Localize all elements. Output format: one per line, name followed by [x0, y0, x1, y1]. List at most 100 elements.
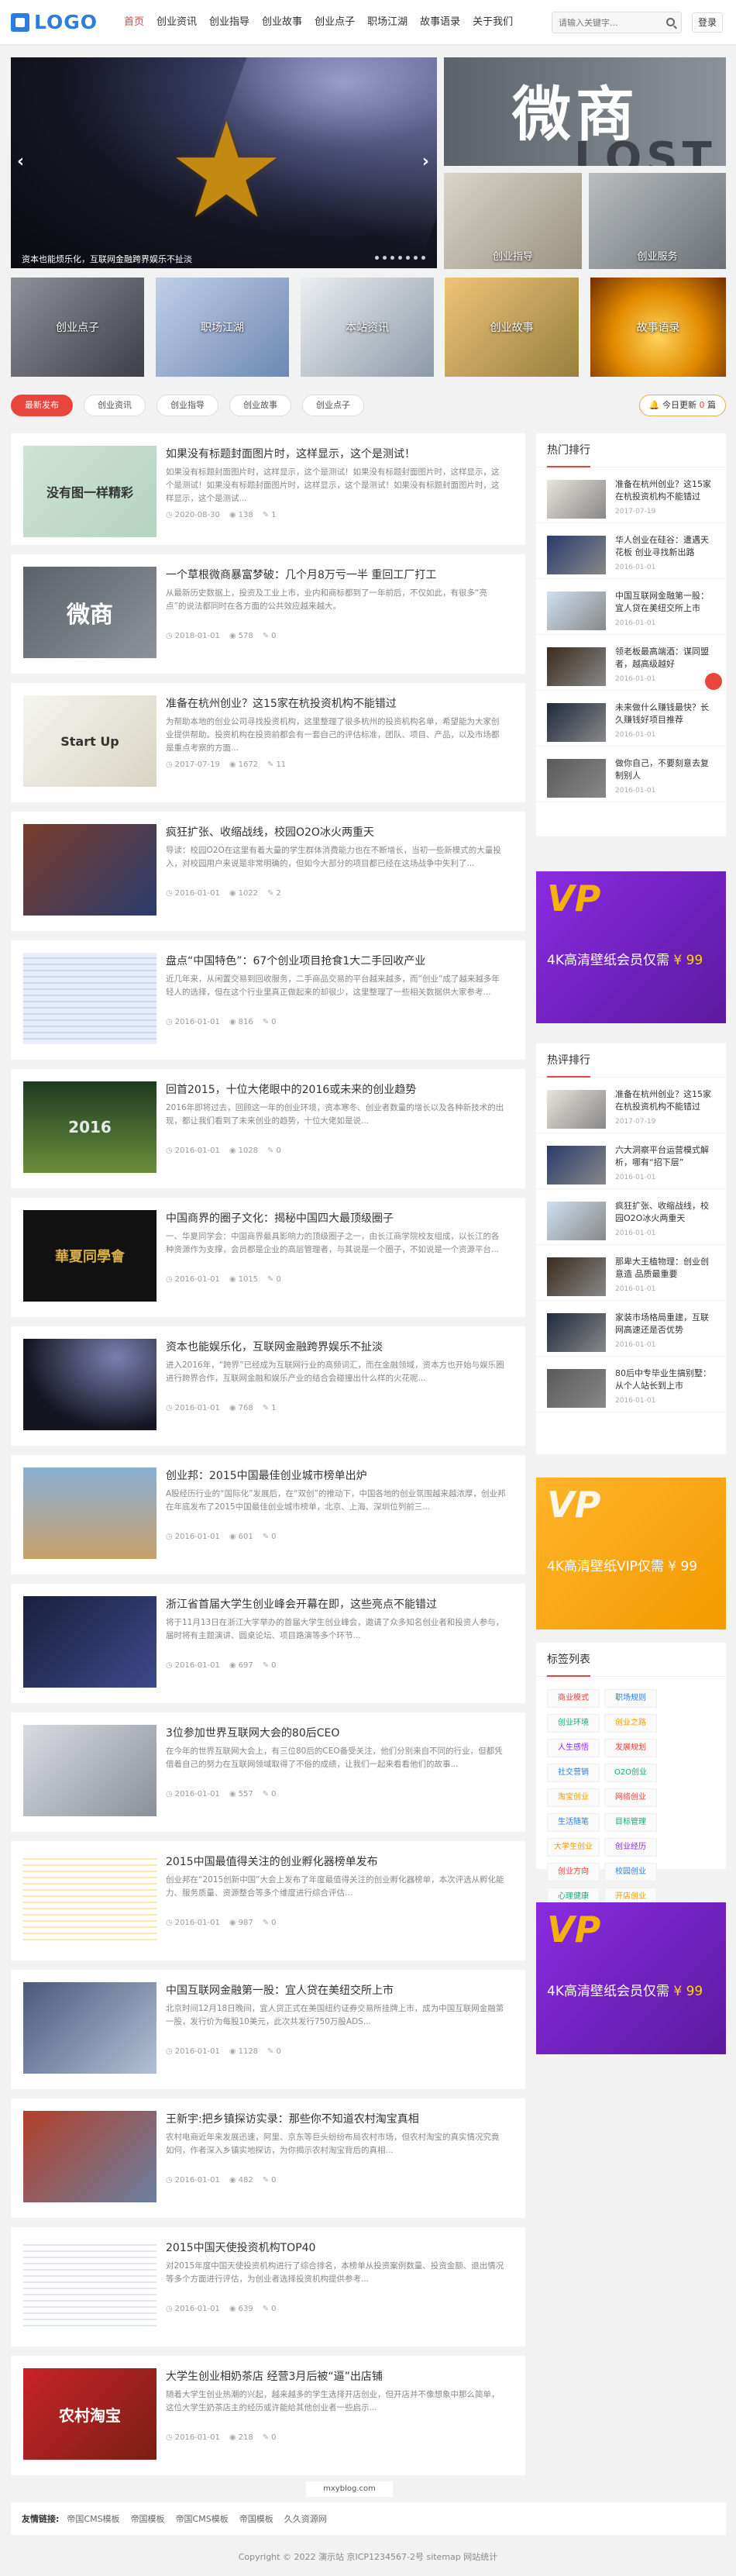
post-item[interactable]: 2015中国天使投资机构TOP40 对2015年度中国天使投资机构进行了综合排名，…	[11, 2227, 525, 2347]
post-thumbnail[interactable]	[23, 1982, 156, 2074]
post-item[interactable]: 中国互联网金融第一股：宜人贷在美纽交所上市 北京时间12月18日晚间，宜人贷正式在…	[11, 1970, 525, 2089]
post-thumbnail[interactable]	[23, 953, 156, 1044]
post-title[interactable]: 创业邦：2015中国最佳创业城市榜单出炉	[166, 1467, 367, 1483]
tile-quotes[interactable]: 故事语录	[590, 278, 726, 377]
tile-stories[interactable]: 创业故事	[445, 278, 579, 377]
hot-item-title[interactable]: 准备在杭州创业？这15家在杭投资机构不能错过	[615, 478, 716, 503]
tab-latest[interactable]: 最新发布	[11, 395, 73, 416]
site-logo[interactable]: LOGO	[11, 11, 98, 33]
post-title[interactable]: 大学生创业相奶茶店 经营3月后被“逼”出店铺	[166, 2368, 383, 2384]
post-title[interactable]: 中国互联网金融第一股：宜人贷在美纽交所上市	[166, 1982, 394, 1998]
slider-next-icon[interactable]: ›	[422, 152, 429, 171]
hot-item[interactable]: 中国互联网金融第一股：宜人贷在美纽交所上市 2016-01-01	[536, 579, 726, 635]
post-title[interactable]: 浙江省首届大学生创业峰会开幕在即，这些亮点不能错过	[166, 1596, 437, 1612]
tab-stories[interactable]: 创业故事	[229, 395, 291, 416]
hot-item-thumbnail[interactable]	[547, 1313, 606, 1352]
hot-item-title[interactable]: 未来做什么赚钱最快？长久赚钱好项目推荐	[615, 702, 716, 726]
friend-link[interactable]: 久久资源网	[284, 2512, 327, 2525]
search-input[interactable]	[552, 12, 661, 33]
post-thumbnail[interactable]	[23, 824, 156, 916]
hot-item-title[interactable]: 准备在杭州创业？这15家在杭投资机构不能错过	[615, 1088, 716, 1113]
post-thumbnail[interactable]: 2016	[23, 1081, 156, 1173]
post-thumbnail[interactable]	[23, 2111, 156, 2202]
hot-item-title[interactable]: 中国互联网金融第一股：宜人贷在美纽交所上市	[615, 590, 716, 615]
vip-ad-2[interactable]: VP 4K高清壁纸VIP仅需 ¥ 99	[536, 1478, 726, 1629]
slider-dot[interactable]	[375, 256, 379, 260]
post-title[interactable]: 一个草根微商暴富梦破：几个月8万亏一半 重回工厂打工	[166, 567, 436, 582]
slider-dot[interactable]	[390, 256, 394, 260]
nav-item-news[interactable]: 创业资讯	[150, 0, 203, 45]
hot-item-thumbnail[interactable]	[547, 1202, 606, 1240]
post-title[interactable]: 2015中国天使投资机构TOP40	[166, 2240, 315, 2255]
tile-site-news[interactable]: 本站资讯	[301, 278, 434, 377]
tag-chip[interactable]: 生活随笔	[547, 1813, 600, 1832]
post-title[interactable]: 资本也能娱乐化，互联网金融跨界娱乐不扯淡	[166, 1339, 383, 1354]
friend-link[interactable]: 帝国模板	[239, 2512, 273, 2525]
hot-item-title[interactable]: 华人创业在硅谷：遭遇天花板 创业寻找新出路	[615, 534, 716, 559]
hot-item[interactable]: 准备在杭州创业？这15家在杭投资机构不能错过 2017-07-19	[536, 467, 726, 523]
vip-ad-3[interactable]: VP 4K高清壁纸会员仅需 ¥ 99	[536, 1902, 726, 2054]
tag-chip[interactable]: O2O创业	[604, 1764, 657, 1782]
post-title[interactable]: 3位参加世界互联网大会的80后CEO	[166, 1725, 339, 1740]
post-item[interactable]: 疯狂扩张、收缩战线，校园O2O冰火两重天 导读：校园O2O在这里有着大量的学生群体…	[11, 812, 525, 931]
tag-chip[interactable]: 创业环境	[547, 1714, 600, 1733]
hero-slider[interactable]: ★ ‹ › 资本也能烦乐化，互联网金融跨界娱乐不扯淡	[11, 57, 437, 268]
tag-chip[interactable]: 淘宝创业	[547, 1788, 600, 1807]
slider-dot[interactable]	[421, 256, 425, 260]
hot-item-thumbnail[interactable]	[547, 703, 606, 742]
post-thumbnail[interactable]: 没有图一样精彩	[23, 446, 156, 537]
tag-chip[interactable]: 目标管理	[604, 1813, 657, 1832]
post-thumbnail[interactable]	[23, 1854, 156, 1945]
tile-guide[interactable]: 创业指导	[444, 173, 582, 269]
tag-chip[interactable]: 大学生创业	[547, 1838, 600, 1857]
post-item[interactable]: 资本也能娱乐化，互联网金融跨界娱乐不扯淡 进入2016年，“跨界”已经成为互联网行…	[11, 1326, 525, 1446]
hot-item-title[interactable]: 疯狂扩张、收缩战线，校园O2O冰火两重天	[615, 1200, 716, 1225]
hot-item[interactable]: 做你自己，不要刻意去复制别人 2016-01-01	[536, 747, 726, 802]
post-thumbnail[interactable]	[23, 1467, 156, 1559]
post-item[interactable]: Start Up 准备在杭州创业？这15家在杭投资机构不能错过 为帮助本地的创业公司…	[11, 683, 525, 802]
tag-chip[interactable]: 网络创业	[604, 1788, 657, 1807]
post-item[interactable]: 2015中国最值得关注的创业孵化器榜单发布 创业邦在“2015创新中国”大会上发布…	[11, 1841, 525, 1960]
post-thumbnail[interactable]: 華夏同學會	[23, 1210, 156, 1302]
hot-item[interactable]: 领老板最高端酒：谋同盟者，越高级越好 2016-01-01	[536, 635, 726, 691]
friend-link[interactable]: 帝国CMS模板	[176, 2512, 229, 2525]
nav-item-about[interactable]: 关于我们	[466, 0, 519, 45]
post-title[interactable]: 盘点“中国特色”：67个创业项目抢食1大二手回收产业	[166, 953, 425, 968]
nav-item-ideas[interactable]: 创业点子	[308, 0, 361, 45]
friend-link[interactable]: 帝国模板	[131, 2512, 165, 2525]
tag-chip[interactable]: 商业模式	[547, 1689, 600, 1708]
post-title[interactable]: 中国商界的圈子文化：揭秘中国四大最顶级圈子	[166, 1210, 394, 1226]
post-item[interactable]: 创业邦：2015中国最佳创业城市榜单出炉 A股经历行业的“国际化”发展后，在“双创…	[11, 1455, 525, 1574]
tab-news[interactable]: 创业资讯	[84, 395, 146, 416]
nav-item-home[interactable]: 首页	[118, 0, 150, 45]
post-title[interactable]: 疯狂扩张、收缩战线，校园O2O冰火两重天	[166, 824, 374, 840]
search-icon[interactable]	[666, 18, 675, 26]
nav-item-quotes[interactable]: 故事语录	[414, 0, 466, 45]
slider-prev-icon[interactable]: ‹	[17, 152, 24, 171]
post-thumbnail[interactable]	[23, 1725, 156, 1816]
post-thumbnail[interactable]: 农村淘宝	[23, 2368, 156, 2460]
tile-workplace[interactable]: 职场江湖	[156, 278, 289, 377]
tag-chip[interactable]: 职场规则	[604, 1689, 657, 1708]
hot-item-title[interactable]: 六大洞察平台运营模式解析，哪有“招下层”	[615, 1144, 716, 1169]
tag-chip[interactable]: 创业方向	[547, 1863, 600, 1881]
friend-link[interactable]: 帝国CMS模板	[67, 2512, 119, 2525]
hot-item-thumbnail[interactable]	[547, 647, 606, 686]
hot-item-thumbnail[interactable]	[547, 759, 606, 798]
post-item[interactable]: 微商 一个草根微商暴富梦破：几个月8万亏一半 重回工厂打工 从最新历史数据上，投资及…	[11, 554, 525, 674]
nav-item-stories[interactable]: 创业故事	[256, 0, 308, 45]
slider-dot[interactable]	[398, 256, 402, 260]
tag-chip[interactable]: 创业经历	[604, 1838, 657, 1857]
tag-chip[interactable]: 人生感悟	[547, 1739, 600, 1757]
floating-badge-icon[interactable]	[705, 673, 722, 690]
hot-item[interactable]: 六大洞察平台运营模式解析，哪有“招下层” 2016-01-01	[536, 1133, 726, 1189]
tile-weishang[interactable]: 微商 LOST	[444, 57, 726, 166]
post-thumbnail[interactable]	[23, 1596, 156, 1688]
hot-item[interactable]: 疯狂扩张、收缩战线，校园O2O冰火两重天 2016-01-01	[536, 1189, 726, 1245]
tile-service[interactable]: 创业服务	[589, 173, 726, 269]
post-item[interactable]: 没有图一样精彩 如果没有标题封面图片时，这样显示，这个是测试！ 如果没有标题封面图片…	[11, 433, 525, 545]
post-item[interactable]: 浙江省首届大学生创业峰会开幕在即，这些亮点不能错过 将于11月13日在浙江大学举办…	[11, 1584, 525, 1703]
post-title[interactable]: 如果没有标题封面图片时，这样显示，这个是测试！	[166, 446, 415, 461]
login-button[interactable]: 登录	[692, 12, 723, 33]
nav-item-workplace[interactable]: 职场江湖	[361, 0, 414, 45]
